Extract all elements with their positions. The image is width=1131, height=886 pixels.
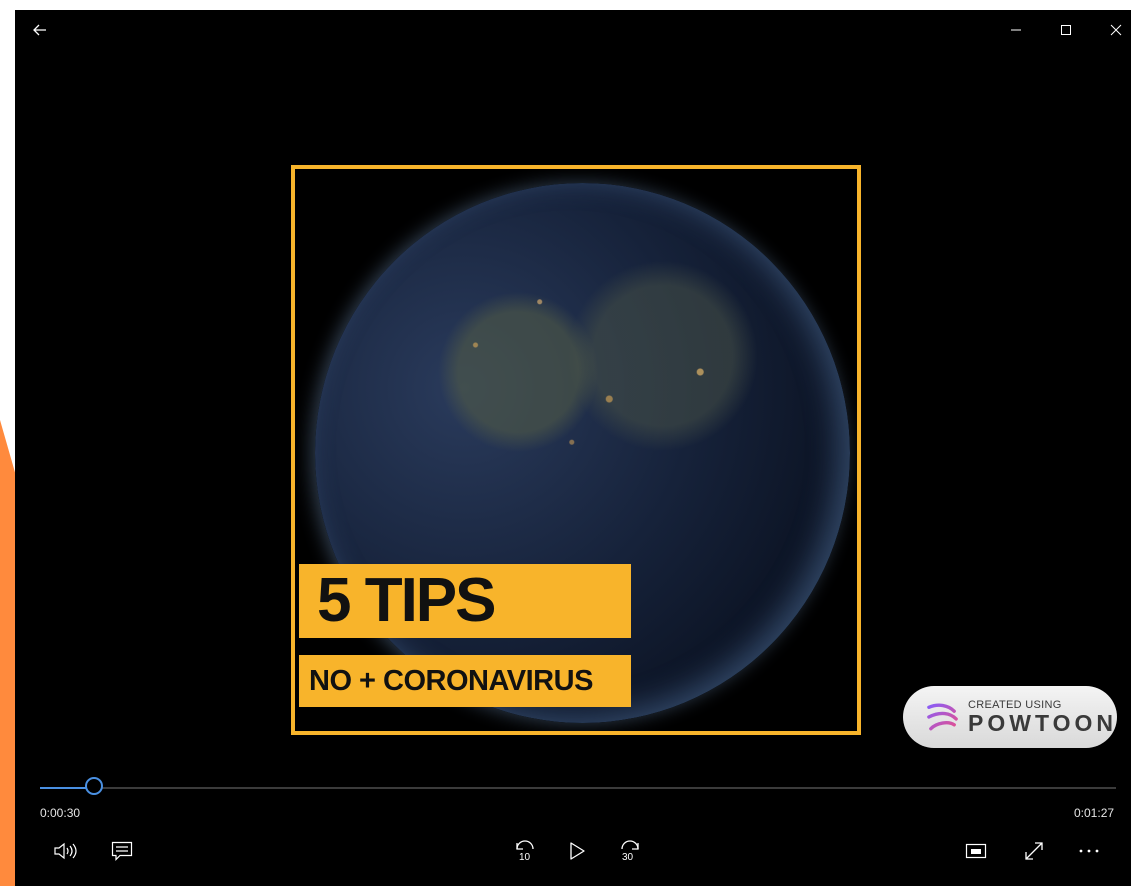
close-icon <box>1110 24 1122 36</box>
seek-thumb[interactable] <box>84 777 103 795</box>
play-icon <box>570 842 585 860</box>
powtoon-watermark: CREATED USING POWTOON <box>903 686 1117 748</box>
minimize-icon <box>1011 29 1021 31</box>
mini-view-icon <box>965 843 987 859</box>
skip-back-label: 10 <box>519 852 531 863</box>
volume-icon <box>54 842 77 860</box>
fullscreen-icon <box>1025 842 1043 860</box>
seek-bar[interactable] <box>40 777 1116 795</box>
back-button[interactable] <box>25 18 55 42</box>
play-button[interactable] <box>559 836 595 866</box>
mini-view-button[interactable] <box>958 836 994 866</box>
more-options-button[interactable] <box>1071 836 1107 866</box>
video-player-window: 5 TIPS NO + CORONAVIRUS CREATED USING PO… <box>15 10 1131 886</box>
minimize-button[interactable] <box>1001 18 1031 42</box>
skip-forward-label: 30 <box>622 852 634 863</box>
close-button[interactable] <box>1101 18 1131 42</box>
maximize-icon <box>1061 25 1071 35</box>
video-frame[interactable]: 5 TIPS NO + CORONAVIRUS <box>291 165 861 735</box>
back-arrow-icon <box>33 24 46 36</box>
skip-back-button[interactable]: 10 <box>507 836 543 866</box>
current-time: 0:00:30 <box>40 806 81 820</box>
captions-button[interactable] <box>104 836 140 866</box>
video-subtitle-banner: NO + CORONAVIRUS <box>299 655 631 707</box>
total-time: 0:01:27 <box>1074 806 1115 820</box>
powtoon-logo-icon <box>927 703 958 731</box>
watermark-line2: POWTOON <box>968 710 1117 736</box>
earth-globe-image <box>315 183 850 723</box>
maximize-button[interactable] <box>1051 18 1081 42</box>
more-options-icon <box>1079 849 1099 853</box>
captions-icon <box>111 841 133 861</box>
volume-button[interactable] <box>48 836 84 866</box>
fullscreen-button[interactable] <box>1016 836 1052 866</box>
skip-forward-button[interactable]: 30 <box>612 836 648 866</box>
video-title-banner: 5 TIPS <box>299 564 631 638</box>
